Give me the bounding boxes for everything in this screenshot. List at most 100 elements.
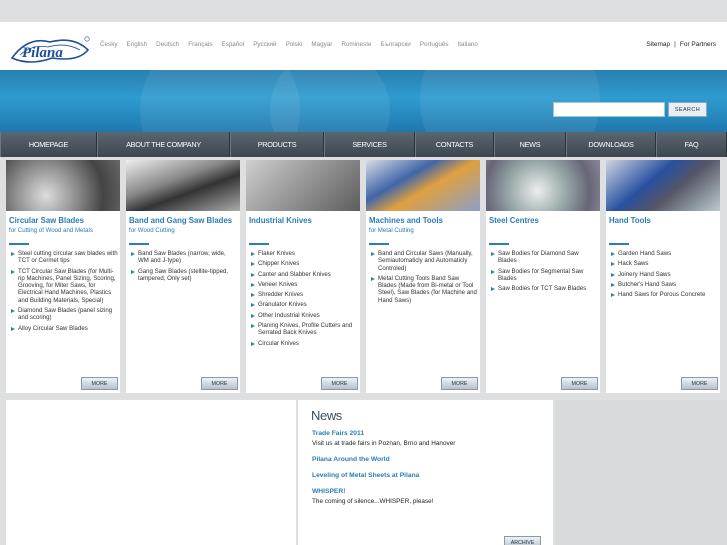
product-list-item[interactable]: Alloy Circular Saw Blades <box>10 325 118 332</box>
product-list-item[interactable]: Hack Saws <box>610 260 718 267</box>
product-list: Flaker Knives Chipper Knives Canter and Sl… <box>246 245 360 347</box>
product-list-item[interactable]: Planing Knives, Profile Cutters and Serr… <box>250 322 358 337</box>
sitemap-link[interactable]: Sitemap <box>646 41 670 48</box>
language-link[interactable]: Français <box>188 41 212 48</box>
news-heading: News <box>311 408 342 423</box>
language-link[interactable]: Español <box>221 41 244 48</box>
product-list-item[interactable]: Granulator Knives <box>250 301 358 308</box>
product-list-item[interactable]: Saw Bodies for Diamond Saw Blades <box>490 250 598 265</box>
product-card: Hand Tools Garden Hand Saws Hack Saws Joine… <box>606 160 720 393</box>
product-list-item[interactable]: Gang Saw Blades (stellite-tipped, tamper… <box>130 268 238 283</box>
nav-item[interactable]: PRODUCTS <box>230 132 324 157</box>
product-card-subtitle <box>486 225 600 236</box>
language-link[interactable]: Deutsch <box>156 41 179 48</box>
language-link[interactable]: Português <box>420 41 449 48</box>
top-links: Sitemap | For Partners <box>646 41 716 48</box>
product-image[interactable] <box>126 160 240 211</box>
product-card: Machines and Tools for Metal Cutting Band … <box>366 160 480 393</box>
more-button[interactable]: MORE <box>321 377 358 390</box>
product-card: Band and Gang Saw Blades for Wood Cutting… <box>126 160 240 393</box>
product-card-subtitle <box>606 225 720 236</box>
product-card-title[interactable]: Machines and Tools <box>366 211 480 225</box>
product-list-item[interactable]: Butcher's Hand Saws <box>610 281 718 288</box>
product-list: Saw Bodies for Diamond Saw Blades Saw Bod… <box>486 245 600 292</box>
product-list-item[interactable]: Chipper Knives <box>250 260 358 267</box>
language-link[interactable]: Italiano <box>458 41 478 48</box>
nav-item[interactable]: HOMEPAGE <box>0 132 97 157</box>
logo-text: Pilana <box>22 45 63 61</box>
page: Pilana Česky English Deutsch Français Españo… <box>0 0 727 545</box>
product-image[interactable] <box>606 160 720 211</box>
nav-item[interactable]: NEWS <box>494 132 566 157</box>
product-image[interactable] <box>486 160 600 211</box>
product-image[interactable] <box>366 160 480 211</box>
language-link[interactable]: Magyar <box>311 41 332 48</box>
product-list-item[interactable]: Shredder Knives <box>250 291 358 298</box>
language-link[interactable]: Polski <box>286 41 303 48</box>
product-image[interactable] <box>6 160 120 211</box>
more-button[interactable]: MORE <box>681 377 718 390</box>
product-list-item[interactable]: Garden Hand Saws <box>610 250 718 257</box>
product-list-item[interactable]: Hand Saws for Porous Concrete <box>610 291 718 298</box>
more-button[interactable]: MORE <box>561 377 598 390</box>
product-card-title[interactable]: Industrial Knives <box>246 211 360 225</box>
nav-item[interactable]: FAQ <box>656 132 727 157</box>
product-card: Industrial Knives Flaker Knives Chipper Kn… <box>246 160 360 393</box>
product-card: Steel Centres Saw Bodies for Diamond Saw … <box>486 160 600 393</box>
more-button[interactable]: MORE <box>201 377 238 390</box>
banner <box>0 70 727 132</box>
language-link[interactable]: English <box>127 41 148 48</box>
news-panel: News Trade Fairs 2011 Visit us at trade f… <box>298 400 553 545</box>
product-list-item[interactable]: Canter and Slabber Knives <box>250 271 358 278</box>
language-link[interactable]: Česky <box>100 41 118 48</box>
product-list: Band Saw Blades (narrow, wide, WM and J-… <box>126 245 240 282</box>
left-panel <box>6 400 296 545</box>
product-card-title[interactable]: Steel Centres <box>486 211 600 225</box>
product-list-item[interactable]: TCT Circular Saw Blades (for Multi-rip M… <box>10 268 118 304</box>
archive-button[interactable]: ARCHIVE <box>504 536 541 545</box>
search-button[interactable]: SEARCH <box>668 102 707 117</box>
language-selector: Česky English Deutsch Français Español Русски… <box>100 41 487 48</box>
search-input[interactable] <box>553 102 665 117</box>
product-list-item[interactable]: Diamond Saw Blades (panel sizing and sco… <box>10 307 118 322</box>
nav-item[interactable]: ABOUT THE COMPANY <box>97 132 230 157</box>
partners-link[interactable]: For Partners <box>680 41 716 48</box>
nav-item[interactable]: CONTACTS <box>415 132 494 157</box>
product-card-title[interactable]: Band and Gang Saw Blades <box>126 211 240 225</box>
product-list: Garden Hand Saws Hack Saws Joinery Hand Sa… <box>606 245 720 298</box>
product-card: Circular Saw Blades for Cutting of Wood a… <box>6 160 120 393</box>
news-title[interactable]: WHISPER! <box>312 488 539 495</box>
news-list: Trade Fairs 2011 Visit us at trade fairs … <box>312 430 539 505</box>
product-list-item[interactable]: Joinery Hand Saws <box>610 271 718 278</box>
more-button[interactable]: MORE <box>441 377 478 390</box>
product-card-title[interactable]: Hand Tools <box>606 211 720 225</box>
product-list-item[interactable]: Band Saw Blades (narrow, wide, WM and J-… <box>130 250 238 265</box>
news-title[interactable]: Pilana Around the World <box>312 456 539 463</box>
language-link[interactable]: Русский <box>253 41 276 48</box>
top-links-separator: | <box>674 41 676 48</box>
pilana-logo[interactable]: Pilana <box>8 28 92 68</box>
news-title[interactable]: Trade Fairs 2011 <box>312 430 539 437</box>
product-list-item[interactable]: Steel cutting circular saw blades with T… <box>10 250 118 265</box>
product-list-item[interactable]: Saw Bodies for TCT Saw Blades <box>490 285 598 292</box>
news-text: The coming of silence...WHISPER, please! <box>312 498 434 505</box>
language-link[interactable]: Български <box>380 41 410 48</box>
language-link[interactable]: Romineste <box>341 41 371 48</box>
product-list-item[interactable]: Band and Circular Saws (Manually, Semiau… <box>370 250 478 272</box>
news-title[interactable]: Leveling of Metal Sheets at Pilana <box>312 472 539 479</box>
product-list-item[interactable]: Metal Cutting Tools Band Saw Blades (Mad… <box>370 275 478 304</box>
main-nav: HOMEPAGE ABOUT THE COMPANY PRODUCTS SERVICE… <box>0 132 727 157</box>
nav-item[interactable]: SERVICES <box>324 132 415 157</box>
product-list-item[interactable]: Veneer Knives <box>250 281 358 288</box>
more-button[interactable]: MORE <box>81 377 118 390</box>
product-card-subtitle: for Cutting of Wood and Metals <box>9 227 93 234</box>
nav-item[interactable]: DOWNLOADS <box>566 132 656 157</box>
product-list-item[interactable]: Other Industrial Knives <box>250 312 358 319</box>
product-list-item[interactable]: Flaker Knives <box>250 250 358 257</box>
product-image[interactable] <box>246 160 360 211</box>
product-list-item[interactable]: Saw Bodies for Segmental Saw Blades <box>490 268 598 283</box>
product-list: Steel cutting circular saw blades with T… <box>6 245 120 332</box>
product-card-title[interactable]: Circular Saw Blades <box>6 211 120 225</box>
product-list-item[interactable]: Circular Knives <box>250 340 358 347</box>
right-panel <box>555 400 727 545</box>
